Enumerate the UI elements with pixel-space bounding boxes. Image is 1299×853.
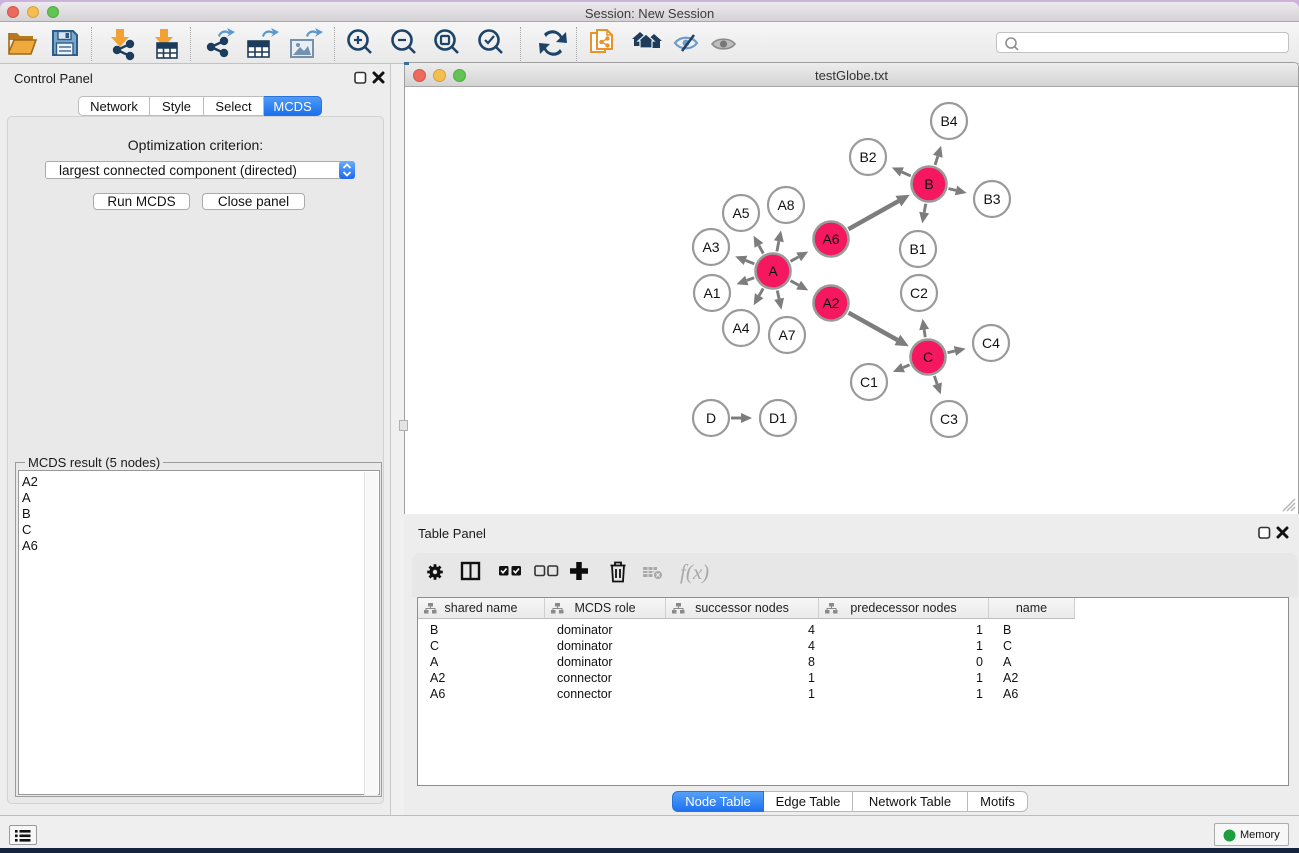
svg-text:A2: A2: [822, 295, 839, 311]
svg-text:C3: C3: [940, 411, 958, 427]
svg-text:A4: A4: [732, 320, 749, 336]
svg-text:A7: A7: [778, 327, 795, 343]
svg-text:B2: B2: [859, 149, 876, 165]
svg-text:B1: B1: [909, 241, 926, 257]
svg-text:C4: C4: [982, 335, 1000, 351]
svg-text:C2: C2: [910, 285, 928, 301]
svg-text:B: B: [924, 176, 933, 192]
svg-text:A: A: [768, 263, 778, 279]
svg-text:D1: D1: [769, 410, 787, 426]
svg-text:f(x): f(x): [680, 560, 709, 584]
svg-text:C1: C1: [860, 374, 878, 390]
svg-text:A5: A5: [732, 205, 749, 221]
svg-text:A8: A8: [777, 197, 794, 213]
svg-text:A1: A1: [703, 285, 720, 301]
svg-text:C: C: [923, 349, 933, 365]
svg-text:D: D: [706, 410, 716, 426]
svg-text:B3: B3: [983, 191, 1000, 207]
svg-text:A6: A6: [822, 231, 839, 247]
svg-text:B4: B4: [940, 113, 957, 129]
svg-text:A3: A3: [702, 239, 719, 255]
